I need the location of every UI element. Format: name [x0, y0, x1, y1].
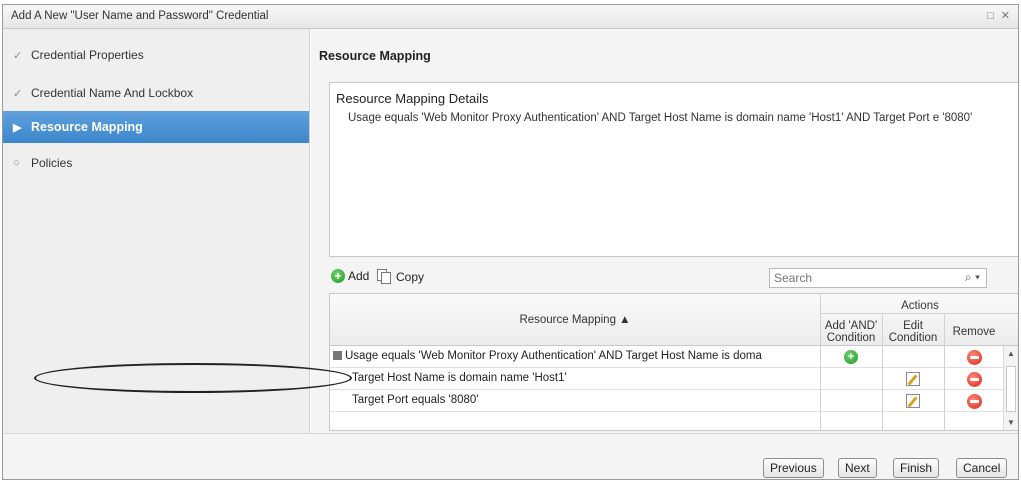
nav-item-label: Credential Properties — [31, 48, 144, 62]
grid-header: Resource Mapping ▲ Actions Add 'AND' Con… — [330, 294, 1018, 346]
previous-button[interactable]: Previous — [763, 458, 824, 478]
page-title: Resource Mapping — [319, 49, 431, 63]
details-panel: Resource Mapping Details Usage equals 'W… — [329, 82, 1018, 257]
collapse-icon[interactable] — [333, 351, 342, 360]
column-header-edit-condition: Edit Condition — [888, 320, 938, 344]
details-text: Usage equals 'Web Monitor Proxy Authenti… — [348, 112, 973, 124]
table-row[interactable]: Target Port equals '8080' — [330, 390, 1004, 412]
column-header-add-condition: Add 'AND' Condition — [824, 320, 878, 344]
finish-button[interactable]: Finish — [893, 458, 940, 478]
scroll-up-icon[interactable]: ▲ — [1007, 349, 1015, 358]
grid-toolbar: + Add Copy ⌕ ▾ — [329, 265, 1018, 291]
edit-condition-icon[interactable] — [906, 372, 920, 386]
arrow-right-icon: ▶ — [13, 121, 22, 134]
credential-dialog: Add A New "User Name and Password" Crede… — [2, 4, 1019, 480]
highlight-annotation — [34, 363, 352, 393]
dialog-title: Add A New "User Name and Password" Crede… — [11, 10, 269, 22]
table-row[interactable]: Usage equals 'Web Monitor Proxy Authenti… — [330, 346, 1004, 368]
add-label: Add — [348, 269, 370, 283]
search-box: ⌕ ▾ — [769, 268, 987, 288]
row-text: Target Port equals '8080' — [352, 394, 479, 406]
search-icon[interactable]: ⌕ ▾ — [965, 270, 980, 285]
add-icon: + — [331, 269, 345, 283]
column-header-remove: Remove — [952, 326, 996, 338]
remove-icon[interactable] — [967, 372, 982, 387]
circle-icon: ○ — [13, 157, 20, 169]
main-content: Resource Mapping Resource Mapping Detail… — [311, 29, 1018, 433]
copy-button[interactable]: Copy — [377, 269, 424, 285]
nav-item-credential-name-lockbox[interactable]: ✓ Credential Name And Lockbox — [3, 77, 309, 109]
edit-condition-icon[interactable] — [906, 394, 920, 408]
column-header-resource-mapping[interactable]: Resource Mapping ▲ — [330, 314, 820, 326]
remove-icon[interactable] — [967, 394, 982, 409]
nav-item-resource-mapping[interactable]: ▶ Resource Mapping — [3, 111, 309, 143]
table-row[interactable]: Target Host Name is domain name 'Host1' — [330, 368, 1004, 390]
row-text: Usage equals 'Web Monitor Proxy Authenti… — [333, 350, 819, 362]
checkmark-icon: ✓ — [13, 49, 23, 62]
details-title: Resource Mapping Details — [336, 91, 489, 106]
actions-group-header: Actions — [901, 300, 939, 312]
grid-scrollbar[interactable]: ▲ ▼ — [1003, 346, 1018, 430]
add-button[interactable]: + Add — [331, 269, 369, 283]
nav-item-label: Policies — [31, 156, 73, 170]
copy-label: Copy — [396, 270, 425, 284]
copy-icon — [377, 269, 393, 285]
scroll-down-icon[interactable]: ▼ — [1007, 418, 1015, 427]
checkmark-icon: ✓ — [13, 87, 23, 100]
dialog-footer: Previous Next Finish Cancel — [3, 433, 1018, 479]
search-input[interactable] — [770, 269, 950, 287]
nav-item-policies[interactable]: ○ Policies — [3, 147, 309, 179]
nav-item-label: Credential Name And Lockbox — [31, 86, 194, 100]
window-controls-icon[interactable]: □ ✕ — [987, 9, 1012, 22]
nav-item-credential-properties[interactable]: ✓ Credential Properties — [3, 39, 309, 71]
add-condition-icon[interactable]: + — [844, 350, 858, 364]
resource-mapping-grid: Resource Mapping ▲ Actions Add 'AND' Con… — [329, 293, 1018, 431]
nav-item-label: Resource Mapping — [31, 120, 143, 134]
cancel-button[interactable]: Cancel — [956, 458, 1008, 478]
row-text: Target Host Name is domain name 'Host1' — [352, 372, 567, 384]
remove-icon[interactable] — [967, 350, 982, 365]
title-bar: Add A New "User Name and Password" Crede… — [3, 5, 1018, 29]
scrollbar-thumb[interactable] — [1006, 366, 1016, 412]
next-button[interactable]: Next — [838, 458, 877, 478]
